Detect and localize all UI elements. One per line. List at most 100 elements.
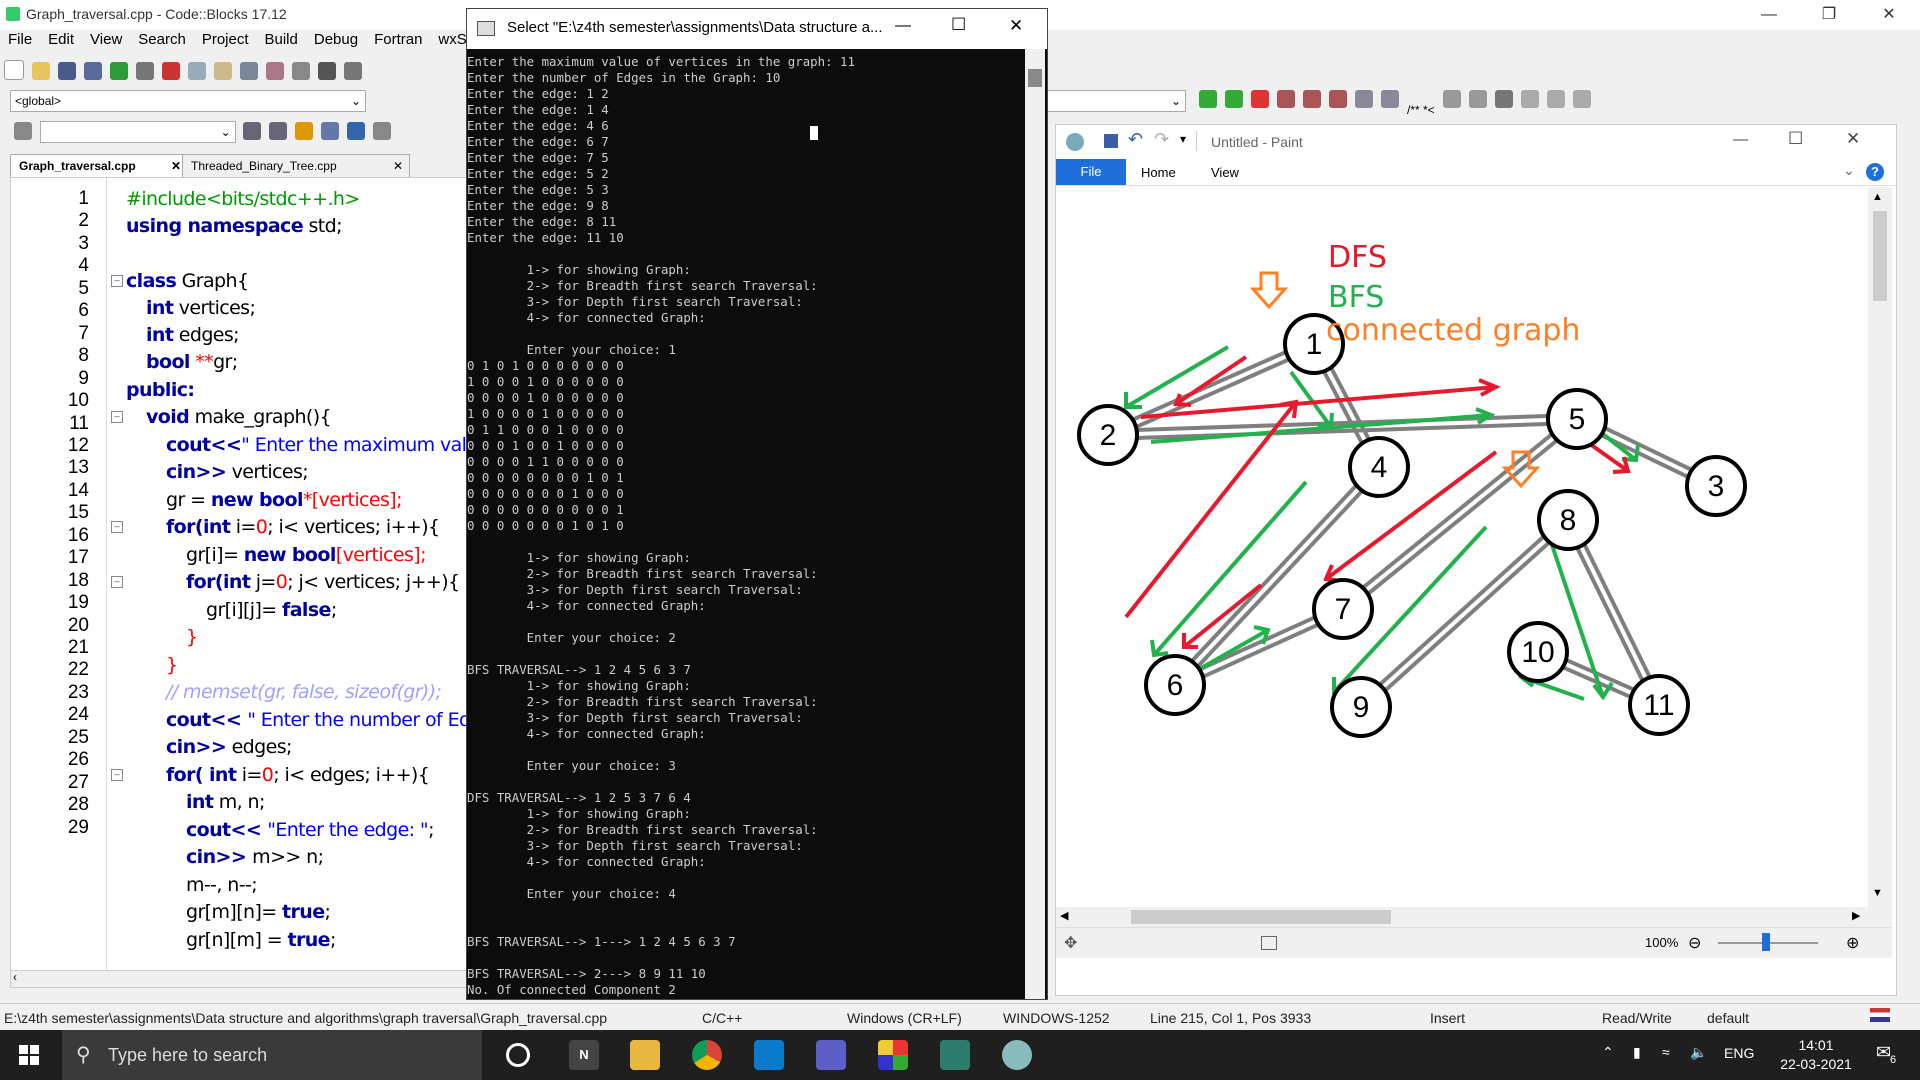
doxy-config-icon[interactable] [1469, 90, 1487, 108]
vscode-icon[interactable] [754, 1040, 784, 1070]
windows-start-icon[interactable] [19, 1045, 39, 1065]
maximize-icon[interactable]: ☐ [1788, 129, 1803, 149]
menu-fortran[interactable]: Fortran [366, 30, 430, 50]
tab-file[interactable]: File [1056, 159, 1126, 185]
tab-threaded-binary-tree[interactable]: Threaded_Binary_Tree.cpp ✕ [182, 154, 410, 177]
next-bookmark-icon[interactable] [1303, 90, 1321, 108]
chevron-down-icon[interactable]: ▼ [1872, 887, 1883, 899]
minimize-icon[interactable]: — [1746, 0, 1792, 30]
run-icon[interactable] [318, 62, 336, 80]
fold-toggle-icon[interactable]: – [111, 521, 123, 533]
file-explorer-icon[interactable] [630, 1040, 660, 1070]
menu-file[interactable]: File [0, 30, 40, 50]
undo-icon[interactable] [110, 62, 128, 80]
menu-debug[interactable]: Debug [306, 30, 366, 50]
wrench-icon[interactable] [1495, 90, 1513, 108]
taskbar-search[interactable]: ⚲ Type here to search [62, 1030, 482, 1080]
prev-icon[interactable] [1521, 90, 1539, 108]
chevron-right-icon[interactable]: ▶ [1852, 909, 1860, 922]
volume-icon[interactable]: 🔈 [1690, 1044, 1707, 1061]
chevron-left-icon[interactable]: ◀ [1060, 909, 1068, 922]
menu-edit[interactable]: Edit [40, 30, 82, 50]
language-indicator[interactable]: ENG [1724, 1045, 1754, 1061]
find-icon[interactable] [240, 62, 258, 80]
menu-view[interactable]: View [82, 30, 130, 50]
code-editor[interactable]: 1 2 3 4 5 6 7 8 9 10 11 12 13 14 15 16 17 18 19 20 21 22 23 24 2… [10, 177, 467, 972]
scope-combo[interactable]: <global> ⌄ [10, 90, 366, 112]
code-area[interactable]: #include<bits/stdc++.h> using namespace … [11, 178, 466, 971]
chevron-left-icon[interactable]: ‹ [13, 970, 17, 984]
forward-icon[interactable] [1225, 90, 1243, 108]
search-combo[interactable]: ⌄ [39, 121, 236, 143]
fold-toggle-icon[interactable]: – [111, 275, 123, 287]
notion-icon[interactable]: N [569, 1040, 599, 1070]
chrome-icon[interactable] [692, 1040, 722, 1070]
scroll-thumb[interactable] [1131, 910, 1391, 924]
console-app-icon[interactable] [940, 1040, 970, 1070]
close-icon[interactable]: ✕ [393, 155, 403, 177]
close-icon[interactable]: ✕ [1866, 0, 1912, 30]
find-next-icon[interactable] [269, 122, 288, 140]
close-icon[interactable]: ✕ [1009, 16, 1023, 36]
undo-icon[interactable]: ↶ [1128, 129, 1143, 150]
selected-only-icon[interactable] [321, 122, 340, 140]
save-all-icon[interactable] [84, 62, 102, 80]
menu-search[interactable]: Search [130, 30, 194, 50]
redo-icon[interactable] [136, 62, 154, 80]
close-icon[interactable]: ✕ [1846, 129, 1860, 149]
clear-icon[interactable] [14, 122, 32, 140]
next-icon[interactable] [1573, 90, 1591, 108]
paste-icon[interactable] [214, 62, 232, 80]
zoom-out-icon[interactable]: ⊖ [1688, 933, 1701, 953]
clock[interactable]: 14:01 22-03-2021 [1776, 1036, 1856, 1074]
paint-app-icon[interactable] [1002, 1040, 1032, 1070]
find-prev-icon[interactable] [243, 122, 262, 140]
dot-icon[interactable] [1547, 90, 1565, 108]
wifi-icon[interactable]: ≈ [1662, 1044, 1670, 1060]
fold-toggle-icon[interactable]: – [111, 769, 123, 781]
jump-icon[interactable] [1381, 90, 1399, 108]
prev-bookmark-icon[interactable] [1277, 90, 1295, 108]
console-scrollbar[interactable] [1025, 49, 1045, 999]
minimize-icon[interactable]: — [895, 17, 911, 35]
bookmark-icon[interactable] [1251, 90, 1269, 108]
minimize-icon[interactable]: — [1733, 131, 1748, 148]
customize-icon[interactable]: ▾ [1180, 132, 1186, 146]
restore-icon[interactable]: ❐ [1806, 0, 1852, 30]
fold-toggle-icon[interactable]: – [111, 411, 123, 423]
battery-icon[interactable]: ▮ [1633, 1044, 1641, 1061]
highlight-icon[interactable] [295, 122, 314, 140]
doxy-comment-icon[interactable]: /** *< [1407, 103, 1435, 121]
console-output[interactable]: Enter the maximum value of vertices in t… [467, 49, 1025, 999]
open-icon[interactable] [32, 62, 50, 80]
replace-icon[interactable] [266, 62, 284, 80]
paint-horizontal-scrollbar[interactable]: ◀ ▶ [1056, 907, 1892, 927]
save-icon[interactable] [58, 62, 76, 80]
tab-graph-traversal[interactable]: Graph_traversal.cpp ✕ [10, 154, 188, 177]
menu-build[interactable]: Build [257, 30, 306, 50]
tab-view[interactable]: View [1211, 165, 1239, 180]
build-icon[interactable] [344, 62, 362, 80]
chevron-up-icon[interactable]: ⌃ [1602, 1044, 1614, 1061]
paint-vertical-scrollbar[interactable]: ▲ ▼ [1868, 187, 1892, 907]
collapse-ribbon-icon[interactable]: ⌄ [1843, 162, 1855, 179]
close-icon[interactable]: ✕ [171, 155, 181, 177]
chevron-up-icon[interactable]: ▲ [1872, 191, 1883, 203]
save-icon[interactable] [1104, 134, 1118, 148]
zoom-slider-thumb[interactable] [1762, 933, 1770, 951]
task-view-icon[interactable] [506, 1043, 530, 1067]
tab-home[interactable]: Home [1141, 165, 1176, 180]
codeblocks-icon[interactable] [878, 1040, 908, 1070]
cut-icon[interactable] [162, 62, 180, 80]
clear-bookmarks-icon[interactable] [1329, 90, 1347, 108]
doxy-run-icon[interactable] [1443, 90, 1461, 108]
editor-horizontal-scrollbar[interactable]: ‹ [10, 970, 467, 988]
menu-project[interactable]: Project [194, 30, 257, 50]
paint-canvas[interactable]: 1 2 3 4 5 6 7 8 9 10 11 DFS BFS connected graph [1056, 187, 1868, 907]
back-icon[interactable] [1199, 90, 1217, 108]
regex-icon[interactable] [373, 122, 392, 140]
zoom-in-icon[interactable]: ⊕ [1846, 933, 1859, 953]
redo-icon[interactable]: ↷ [1154, 129, 1169, 150]
fold-toggle-icon[interactable]: – [111, 576, 123, 588]
settings-icon[interactable] [292, 62, 310, 80]
